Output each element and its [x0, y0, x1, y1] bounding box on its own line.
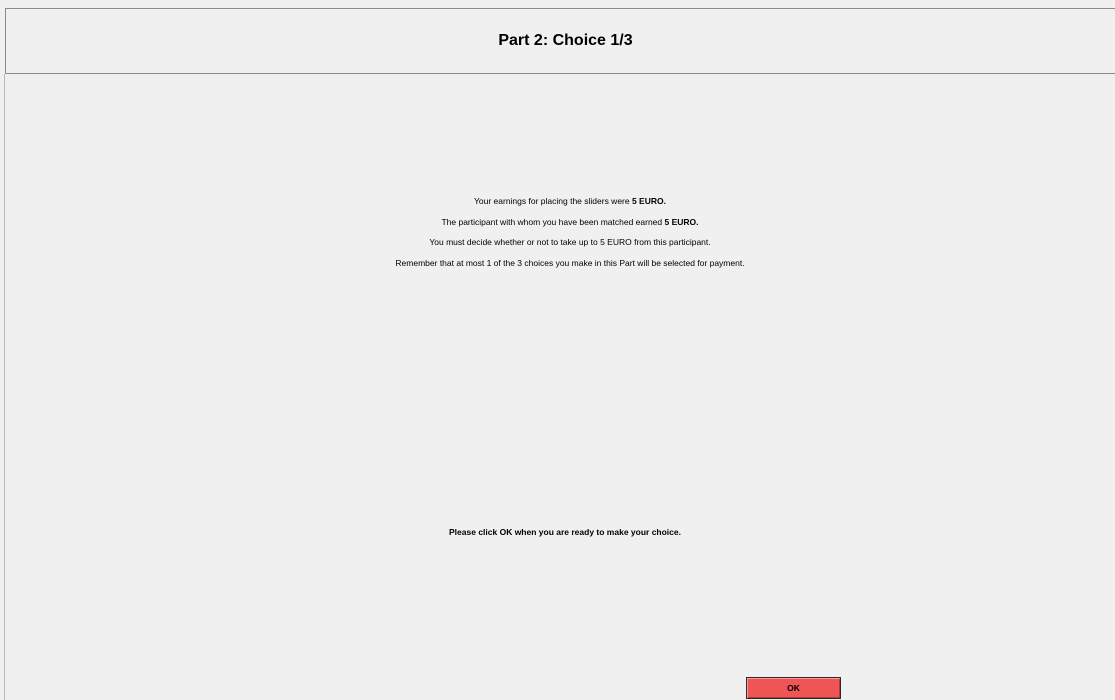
earnings-text: Your earnings for placing the sliders we…: [474, 196, 632, 206]
matched-earnings-line: The participant with whom you have been …: [5, 214, 1115, 235]
experiment-screen: Part 2: Choice 1/3 Your earnings for pla…: [0, 0, 1115, 700]
matched-earnings-text: The participant with whom you have been …: [441, 216, 665, 227]
ok-prompt: Please click OK when you are ready to ma…: [449, 527, 681, 537]
matched-earnings-amount: 5 EURO.: [664, 216, 699, 227]
ok-button[interactable]: OK: [746, 677, 841, 699]
earnings-amount: 5 EURO.: [631, 196, 666, 206]
info-text-block: Your earnings for placing the sliders we…: [5, 193, 1115, 275]
left-divider: [4, 74, 5, 700]
page-title: Part 2: Choice 1/3: [498, 32, 633, 49]
payment-reminder-line: Remember that at most 1 of the 3 choices…: [395, 257, 745, 268]
earnings-line: Your earnings for placing the sliders we…: [5, 193, 1115, 214]
decision-line: You must decide whether or not to take u…: [429, 237, 711, 247]
header-panel: Part 2: Choice 1/3: [5, 8, 1115, 74]
